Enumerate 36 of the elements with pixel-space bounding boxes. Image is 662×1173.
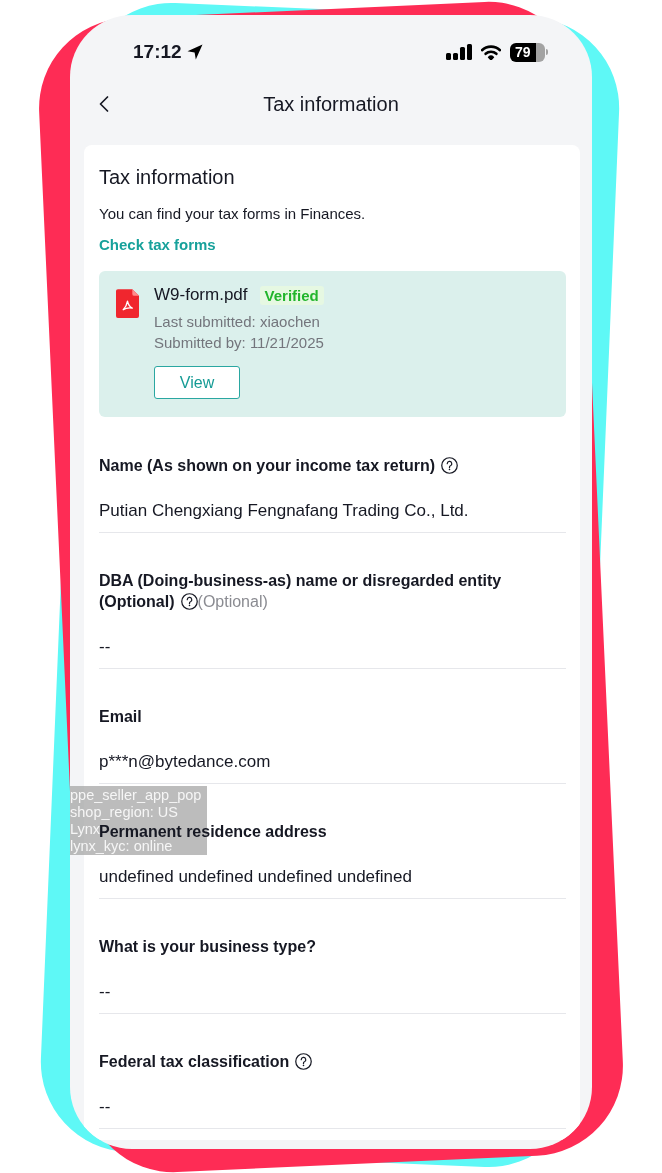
field-label: Permanent residence address	[99, 823, 327, 839]
field-label: Federal tax classification	[99, 1053, 290, 1069]
field-label: What is your business type?	[99, 938, 316, 954]
status-time: 17:12	[133, 40, 182, 64]
view-button[interactable]: View	[154, 366, 240, 399]
help-icon[interactable]	[295, 1052, 313, 1070]
field-label-note: (Optional)	[99, 593, 175, 609]
field-value: p***n@bytedance.com	[99, 751, 272, 773]
field-value: --	[99, 1096, 112, 1118]
field-value: undefined undefined undefined undefined	[99, 866, 413, 888]
check-tax-forms-link[interactable]: Check tax forms	[99, 235, 216, 255]
card-description: You can find your tax forms in Finances.	[99, 204, 367, 224]
signal-icon	[446, 44, 472, 60]
help-icon[interactable]	[441, 456, 459, 474]
debug-text: shop_region: US	[70, 804, 178, 820]
debug-text: lynx_kyc: online	[70, 838, 173, 854]
help-icon[interactable]	[180, 592, 198, 610]
field-label: Name (As shown on your income tax return)	[99, 457, 436, 473]
card-title: Tax information	[99, 165, 236, 189]
field-value: Putian Chengxiang Fengnafang Trading Co., Ltd.	[99, 500, 470, 522]
pdf-file-icon	[116, 289, 139, 318]
status-badge: Verified	[259, 285, 324, 305]
optional-hint: (Optional)	[197, 593, 268, 609]
document-detail: Submitted by: 11/21/2025	[154, 333, 324, 353]
battery-indicator: 79	[510, 42, 548, 62]
file-name: W9-form.pdf	[154, 284, 248, 306]
debug-text: ppe_seller_app_pop	[70, 787, 202, 803]
field-value: --	[99, 981, 112, 1003]
document-detail: Last submitted: xiaochen	[154, 312, 321, 332]
wifi-icon	[481, 44, 501, 60]
location-arrow-icon	[186, 44, 203, 60]
field-label: DBA (Doing-business-as) name or disregarded entity	[99, 572, 502, 588]
field-label: Email	[99, 708, 142, 724]
page-title: Tax information	[262, 92, 400, 117]
field-value: --	[99, 636, 112, 658]
debug-text: Lynx	[70, 821, 101, 837]
